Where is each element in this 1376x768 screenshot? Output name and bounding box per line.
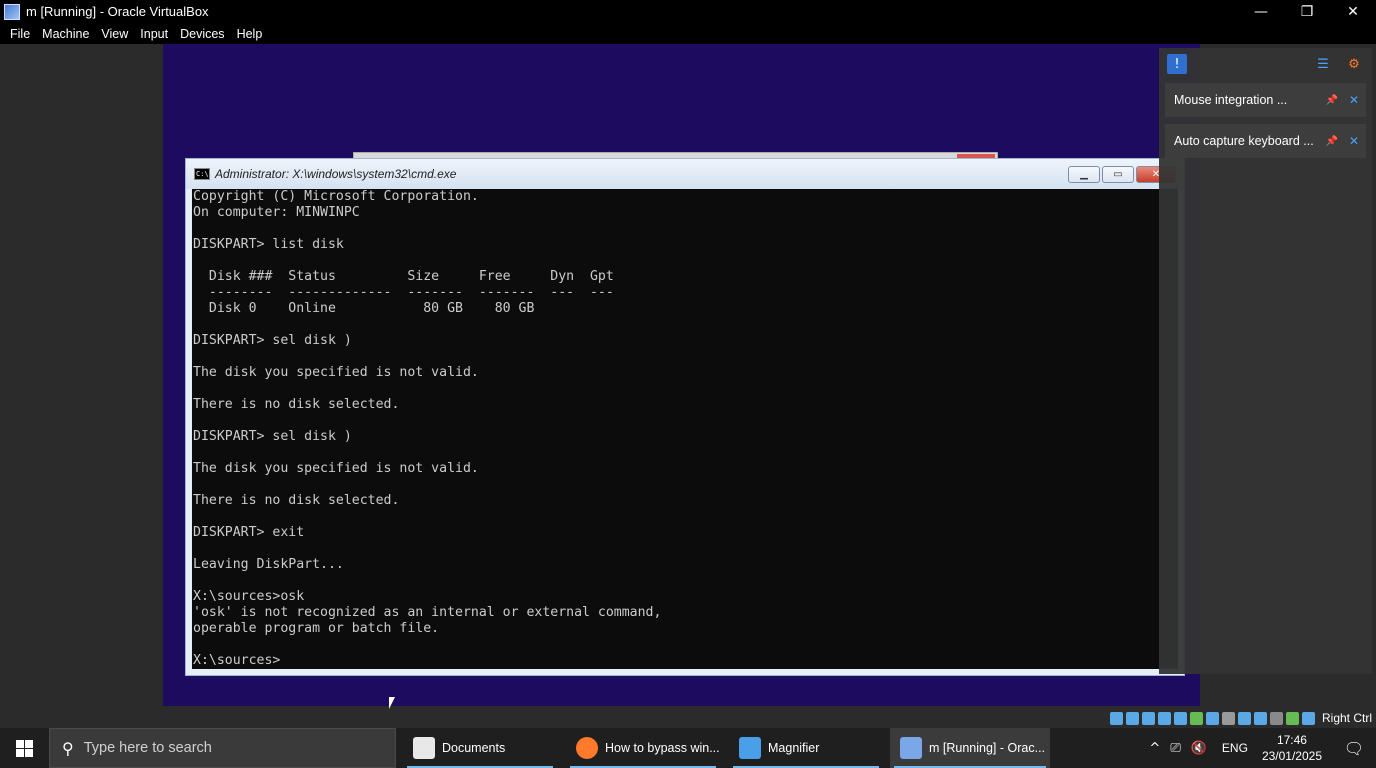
notification-text: Mouse integration ... — [1174, 93, 1288, 107]
status-icons — [1110, 711, 1315, 725]
menu-devices[interactable]: Devices — [174, 27, 230, 41]
system-tray: ^ ⎚ 🔇 ENG 17:46 23/01/2025 🗨 — [1144, 728, 1376, 768]
search-icon: ⚲ — [62, 738, 74, 758]
task-label: How to bypass win... — [605, 741, 720, 755]
status-icon-4[interactable] — [1174, 711, 1187, 725]
pin-icon[interactable]: 📌 — [1322, 136, 1342, 147]
dismiss-icon[interactable]: ✕ — [1344, 93, 1364, 107]
chevron-up-icon[interactable]: ^ — [1149, 741, 1160, 756]
mouse-cursor — [389, 697, 395, 709]
cmd-title: Administrator: X:\windows\system32\cmd.e… — [215, 167, 457, 181]
console-output[interactable]: Copyright (C) Microsoft Corporation. On … — [192, 189, 1178, 669]
menu-help[interactable]: Help — [231, 27, 269, 41]
start-button[interactable] — [0, 728, 48, 768]
magnifier-icon — [739, 737, 761, 759]
status-icon-2[interactable] — [1142, 711, 1155, 725]
network-icon[interactable]: ⎚ — [1170, 741, 1180, 756]
windows-logo-icon — [15, 739, 33, 757]
task-documents[interactable]: Documents — [403, 728, 557, 768]
notification-center: ! ☰ ⚙ Mouse integration ... 📌 ✕ Auto cap… — [1159, 48, 1372, 674]
notification-auto-capture[interactable]: Auto capture keyboard ... 📌 ✕ — [1165, 124, 1366, 158]
virtualbox-app-icon — [4, 3, 20, 20]
menu-machine[interactable]: Machine — [36, 27, 95, 41]
task-label: Documents — [442, 741, 506, 755]
maximize-button[interactable]: ❐ — [1284, 0, 1330, 23]
virtualbox-status-bar: Right Ctrl — [1110, 708, 1376, 728]
status-icon-10[interactable] — [1270, 711, 1283, 725]
host-key-label[interactable]: Right Ctrl — [1322, 711, 1372, 725]
status-icon-0[interactable] — [1110, 711, 1123, 725]
window-controls: — ❐ ✕ — [1238, 0, 1376, 23]
cmd-icon: C:\ — [194, 168, 210, 180]
cmd-minimize-button[interactable]: ▁ — [1068, 166, 1100, 183]
guest-screen[interactable]: C:\ Administrator: X:\windows\system32\c… — [163, 44, 1200, 706]
dismiss-icon[interactable]: ✕ — [1344, 134, 1364, 148]
console-text: Copyright (C) Microsoft Corporation. On … — [193, 189, 662, 668]
cmd-maximize-button[interactable]: ▭ — [1102, 166, 1134, 183]
notification-text: Auto capture keyboard ... — [1174, 134, 1314, 148]
task-virtualbox[interactable]: m [Running] - Orac... — [890, 728, 1050, 768]
cmd-window[interactable]: C:\ Administrator: X:\windows\system32\c… — [185, 158, 1185, 676]
status-icon-3[interactable] — [1158, 711, 1171, 725]
status-icon-6[interactable] — [1206, 711, 1219, 725]
virtualbox-title-bar: m [Running] - Oracle VirtualBox — ❐ ✕ — [0, 0, 1376, 23]
volume-muted-icon[interactable]: 🔇 — [1191, 741, 1207, 756]
virtualbox-menu-bar: File Machine View Input Devices Help — [0, 23, 1376, 44]
menu-file[interactable]: File — [4, 27, 36, 41]
status-icon-11[interactable] — [1286, 711, 1299, 725]
status-icon-5[interactable] — [1190, 711, 1203, 725]
minimize-button[interactable]: — — [1238, 0, 1284, 23]
menu-input[interactable]: Input — [134, 27, 174, 41]
language-indicator[interactable]: ENG — [1222, 741, 1248, 755]
status-icon-1[interactable] — [1126, 711, 1139, 725]
documents-icon — [413, 737, 435, 759]
firefox-icon — [576, 737, 598, 759]
status-icon-9[interactable] — [1254, 711, 1267, 725]
status-icon-8[interactable] — [1238, 711, 1251, 725]
close-button[interactable]: ✕ — [1330, 0, 1376, 23]
menu-view[interactable]: View — [95, 27, 134, 41]
notification-mouse-integration[interactable]: Mouse integration ... 📌 ✕ — [1165, 83, 1366, 117]
windows-taskbar: ⚲ Type here to search Documents How to b… — [0, 728, 1376, 768]
cmd-title-bar[interactable]: C:\ Administrator: X:\windows\system32\c… — [186, 159, 1184, 189]
settings-icon[interactable]: ⚙ — [1344, 54, 1364, 74]
task-label: m [Running] - Orac... — [929, 741, 1046, 755]
virtualbox-icon — [900, 737, 922, 759]
list-toggle-icon[interactable]: ☰ — [1313, 54, 1333, 74]
clock-time: 17:46 — [1276, 733, 1307, 747]
task-firefox[interactable]: How to bypass win... — [566, 728, 720, 768]
alert-icon[interactable]: ! — [1167, 54, 1187, 74]
task-magnifier[interactable]: Magnifier — [729, 728, 883, 768]
status-icon-12[interactable] — [1302, 711, 1315, 725]
notification-toolbar: ! ☰ ⚙ — [1159, 48, 1372, 80]
clock[interactable]: 17:46 23/01/2025 — [1262, 732, 1322, 764]
search-placeholder: Type here to search — [83, 740, 212, 756]
taskbar-search-box[interactable]: ⚲ Type here to search — [49, 728, 396, 768]
pin-icon[interactable]: 📌 — [1322, 95, 1342, 106]
task-label: Magnifier — [768, 741, 820, 755]
window-title: m [Running] - Oracle VirtualBox — [26, 4, 209, 19]
status-icon-7[interactable] — [1222, 711, 1235, 725]
action-center-icon[interactable]: 🗨 — [1332, 728, 1376, 768]
clock-date: 23/01/2025 — [1261, 749, 1322, 763]
